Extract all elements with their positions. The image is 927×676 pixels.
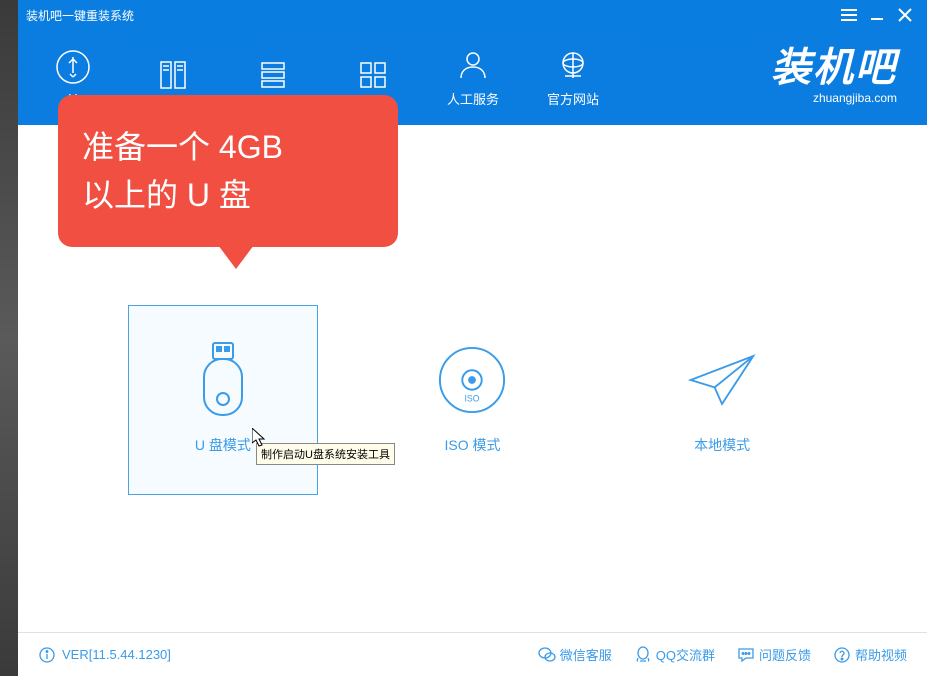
nav-label: 人工服务 xyxy=(447,89,499,108)
info-icon xyxy=(38,646,56,664)
paper-plane-icon xyxy=(687,345,757,415)
chat-icon xyxy=(538,646,556,664)
nav-support[interactable]: 人工服务 xyxy=(438,47,508,108)
nav-item-3[interactable] xyxy=(238,57,308,99)
mode-usb[interactable]: U 盘模式 xyxy=(128,305,318,495)
close-button[interactable] xyxy=(891,1,919,29)
qq-icon xyxy=(634,646,652,664)
disc-icon: ISO xyxy=(437,345,507,415)
minimize-button[interactable] xyxy=(863,1,891,29)
link-label: QQ交流群 xyxy=(656,645,715,664)
person-icon xyxy=(455,47,491,83)
version-text: VER[11.5.44.1230] xyxy=(62,647,171,662)
usb-drive-icon xyxy=(188,345,258,415)
link-qq[interactable]: QQ交流群 xyxy=(634,645,715,664)
desktop-edge xyxy=(0,0,18,676)
version: VER[11.5.44.1230] xyxy=(38,646,171,664)
link-label: 帮助视频 xyxy=(855,645,907,664)
app-window: 装机吧一键重装系统 U xyxy=(18,0,927,676)
nav-item-4[interactable] xyxy=(338,57,408,99)
footer-links: 微信客服 QQ交流群 问题反馈 帮助视频 xyxy=(538,645,907,664)
mode-label: 本地模式 xyxy=(694,435,750,455)
nav-item-2[interactable] xyxy=(138,57,208,99)
server-icon xyxy=(155,57,191,93)
globe-icon xyxy=(555,47,591,83)
mode-label: U 盘模式 xyxy=(195,435,251,455)
tooltip: 制作启动U盘系统安装工具 xyxy=(256,443,395,465)
link-wechat[interactable]: 微信客服 xyxy=(538,645,612,664)
mode-local[interactable]: 本地模式 xyxy=(627,305,817,495)
grid-icon xyxy=(355,57,391,93)
callout-line2: 以上的 U 盘 xyxy=(82,171,374,219)
usb-icon xyxy=(55,49,91,85)
stack-icon xyxy=(255,57,291,93)
nav-website[interactable]: 官方网站 xyxy=(538,47,608,108)
svg-text:ISO: ISO xyxy=(465,393,480,403)
link-help[interactable]: 帮助视频 xyxy=(833,645,907,664)
link-label: 微信客服 xyxy=(560,645,612,664)
menu-button[interactable] xyxy=(835,1,863,29)
titlebar: 装机吧一键重装系统 xyxy=(18,0,927,30)
instruction-callout: 准备一个 4GB 以上的 U 盘 xyxy=(58,95,398,247)
callout-arrow-icon xyxy=(218,245,254,269)
cursor-icon xyxy=(252,428,268,453)
nav-label: 官方网站 xyxy=(547,89,599,108)
footer: VER[11.5.44.1230] 微信客服 QQ交流群 问题反馈 xyxy=(18,632,927,676)
window-title: 装机吧一键重装系统 xyxy=(26,7,835,24)
link-label: 问题反馈 xyxy=(759,645,811,664)
logo-text: 装机吧 xyxy=(771,35,897,93)
speech-icon xyxy=(737,646,755,664)
logo-url: zhuangjiba.com xyxy=(771,91,897,105)
logo: 装机吧 zhuangjiba.com xyxy=(771,35,897,105)
help-icon xyxy=(833,646,851,664)
mode-label: ISO 模式 xyxy=(444,435,500,455)
link-feedback[interactable]: 问题反馈 xyxy=(737,645,811,664)
callout-line1: 准备一个 4GB xyxy=(82,123,374,171)
mode-iso[interactable]: ISO ISO 模式 xyxy=(377,305,567,495)
